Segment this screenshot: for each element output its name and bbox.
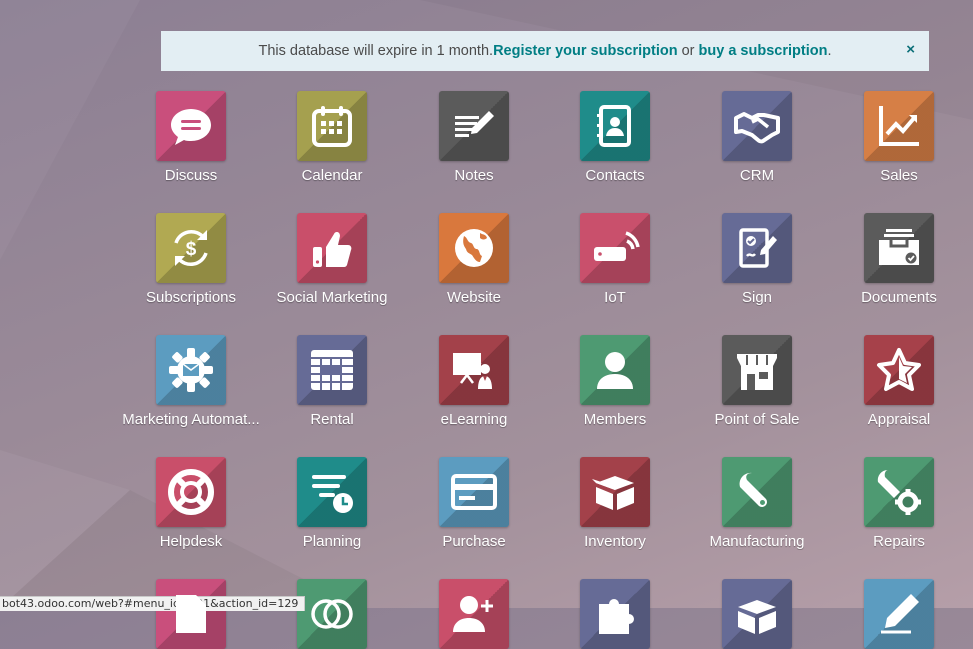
- app-label: Appraisal: [867, 411, 931, 428]
- app-social-marketing[interactable]: Social Marketing: [261, 213, 403, 306]
- iot-device-icon: [580, 213, 650, 283]
- app-purchase[interactable]: Purchase: [403, 457, 545, 550]
- banner-text-end: .: [827, 43, 832, 59]
- app-members[interactable]: Members: [544, 335, 686, 428]
- wrench-gear-icon: [864, 457, 934, 527]
- app-puzzle[interactable]: [544, 579, 686, 649]
- rental-grid-icon: [297, 335, 367, 405]
- trend-chart-icon: [864, 91, 934, 161]
- banner-text-middle: or: [677, 43, 699, 59]
- app-notes[interactable]: Notes: [403, 91, 545, 184]
- document-icon: [156, 579, 226, 649]
- expiration-banner: This database will expire in 1 month. Re…: [161, 31, 929, 71]
- app-label: CRM: [739, 167, 775, 184]
- signed-document-icon: [722, 213, 792, 283]
- status-url-bar: bot43.odoo.com/web?#menu_id=101&action_i…: [0, 596, 306, 611]
- app-label: Social Marketing: [276, 289, 388, 306]
- app-planning[interactable]: Planning: [261, 457, 403, 550]
- app-documents[interactable]: Documents: [828, 213, 970, 306]
- app-sales[interactable]: Sales: [828, 91, 970, 184]
- app-pen-edit[interactable]: [828, 579, 970, 649]
- app-rental[interactable]: Rental: [261, 335, 403, 428]
- app-label: Subscriptions: [145, 289, 237, 306]
- app-point-of-sale[interactable]: Point of Sale: [686, 335, 828, 428]
- pen-edit-icon: [864, 579, 934, 649]
- app-label: Notes: [454, 167, 494, 184]
- app-marketing-automat[interactable]: Marketing Automat...: [120, 335, 262, 428]
- user-icon: [580, 335, 650, 405]
- thumbs-up-icon: [297, 213, 367, 283]
- address-book-icon: [580, 91, 650, 161]
- credit-card-icon: [439, 457, 509, 527]
- app-label: Documents: [861, 289, 937, 306]
- app-label: IoT: [604, 289, 626, 306]
- app-label: Inventory: [584, 533, 646, 550]
- register-subscription-link[interactable]: Register your subscription: [493, 43, 678, 59]
- app-inventory[interactable]: Inventory: [544, 457, 686, 550]
- recurring-dollar-icon: $: [156, 213, 226, 283]
- app-venn-circles[interactable]: [261, 579, 403, 649]
- app-manufacturing[interactable]: Manufacturing: [686, 457, 828, 550]
- app-contacts[interactable]: Contacts: [544, 91, 686, 184]
- planning-clock-icon: [297, 457, 367, 527]
- app-label: Contacts: [585, 167, 645, 184]
- app-label: Point of Sale: [714, 411, 800, 428]
- app-label: Rental: [310, 411, 354, 428]
- app-iot[interactable]: IoT: [544, 213, 686, 306]
- app-label: Manufacturing: [709, 533, 805, 550]
- banner-text: This database will expire in 1 month.: [258, 43, 494, 59]
- app-label: Sales: [880, 167, 918, 184]
- app-repairs[interactable]: Repairs: [828, 457, 970, 550]
- app-helpdesk[interactable]: Helpdesk: [120, 457, 262, 550]
- app-user-plus[interactable]: [403, 579, 545, 649]
- app-label: Sign: [741, 289, 773, 306]
- app-label: eLearning: [440, 411, 508, 428]
- chat-bubble-icon: [156, 91, 226, 161]
- teacher-board-icon: [439, 335, 509, 405]
- app-crm[interactable]: CRM: [686, 91, 828, 184]
- close-icon[interactable]: ×: [906, 41, 915, 58]
- handshake-icon: [722, 91, 792, 161]
- app-label: Repairs: [873, 533, 925, 550]
- app-label: Purchase: [442, 533, 506, 550]
- svg-text:$: $: [186, 239, 197, 260]
- globe-icon: [439, 213, 509, 283]
- buy-subscription-link[interactable]: buy a subscription: [699, 43, 828, 59]
- app-discuss[interactable]: Discuss: [120, 91, 262, 184]
- puzzle-icon: [580, 579, 650, 649]
- calendar-icon: [297, 91, 367, 161]
- app-sign[interactable]: Sign: [686, 213, 828, 306]
- box-icon: [580, 457, 650, 527]
- app-appraisal[interactable]: Appraisal: [828, 335, 970, 428]
- app-website[interactable]: Website: [403, 213, 545, 306]
- app-elearning[interactable]: eLearning: [403, 335, 545, 428]
- app-label: Members: [583, 411, 647, 428]
- gear-mail-icon: [156, 335, 226, 405]
- app-open-box[interactable]: [686, 579, 828, 649]
- app-label: Website: [447, 289, 501, 306]
- inbox-tray-icon: [864, 213, 934, 283]
- shop-icon: [722, 335, 792, 405]
- app-label: Discuss: [164, 167, 218, 184]
- venn-circles-icon: [297, 579, 367, 649]
- app-subscriptions[interactable]: $ Subscriptions: [120, 213, 262, 306]
- open-box-icon: [722, 579, 792, 649]
- app-label: Calendar: [301, 167, 363, 184]
- app-label: Marketing Automat...: [122, 411, 260, 428]
- app-calendar[interactable]: Calendar: [261, 91, 403, 184]
- app-document[interactable]: [120, 579, 262, 649]
- note-pen-icon: [439, 91, 509, 161]
- app-label: Planning: [302, 533, 362, 550]
- wrench-icon: [722, 457, 792, 527]
- lifebuoy-icon: [156, 457, 226, 527]
- user-plus-icon: [439, 579, 509, 649]
- star-icon: [864, 335, 934, 405]
- app-label: Helpdesk: [159, 533, 223, 550]
